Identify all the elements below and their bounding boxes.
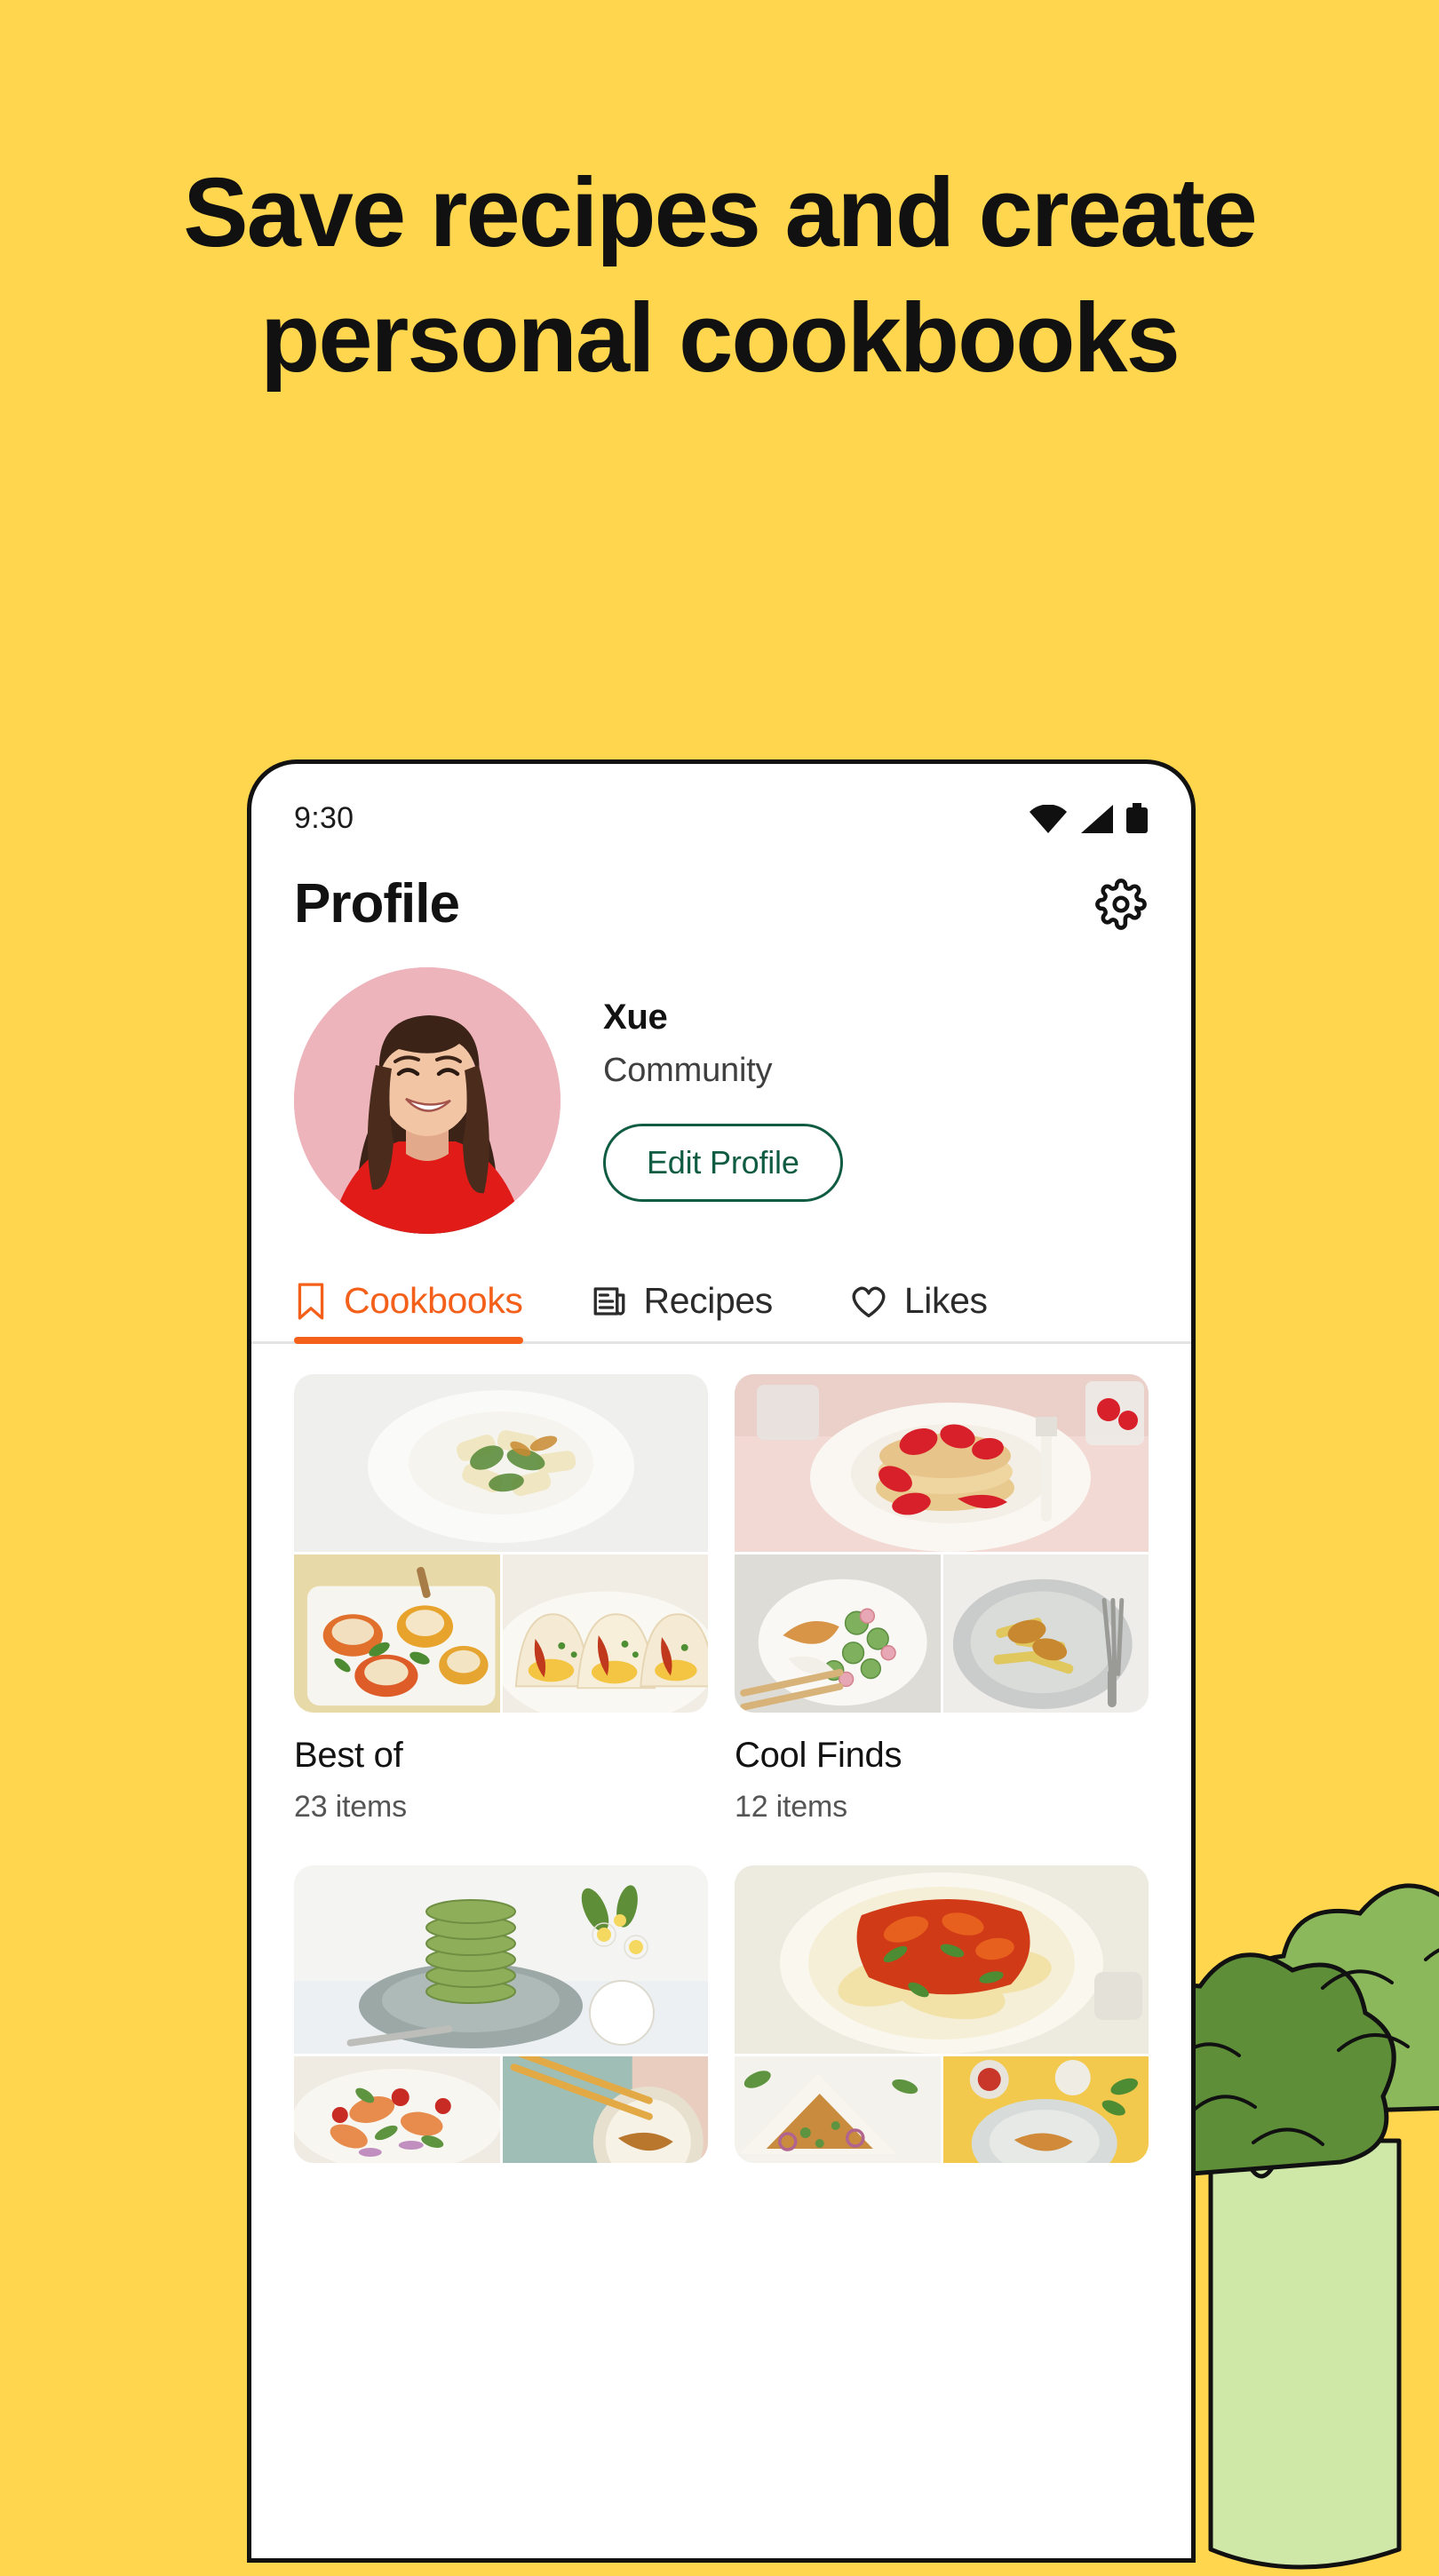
cookbook-grid: Best of 23 items Cool Finds 12 items	[251, 1344, 1191, 1825]
cookbook-collage	[735, 1865, 1149, 2163]
recipe-thumbnail	[735, 2056, 941, 2163]
recipe-thumbnail	[294, 2056, 500, 2163]
tab-recipes-label: Recipes	[643, 1280, 774, 1321]
cookbook-item-count: 23 items	[294, 1790, 407, 1824]
profile-page-title: Profile	[294, 873, 460, 934]
tab-recipes[interactable]: Recipes	[591, 1280, 773, 1341]
tab-cookbooks[interactable]: Cookbooks	[294, 1280, 523, 1344]
recipe-thumbnail	[942, 1554, 1149, 1713]
avatar-image	[294, 967, 560, 1234]
phone-mockup: 9:30 Profile Xue Community Edit Profile …	[247, 759, 1196, 2563]
cookbook-collage	[294, 1865, 708, 2163]
article-icon	[593, 1286, 624, 1316]
recipe-thumbnail	[294, 1554, 500, 1713]
profile-tabs: Cookbooks Recipes Likes	[251, 1280, 1191, 1344]
app-header: Profile	[251, 846, 1191, 951]
cellular-signal-icon	[1081, 805, 1113, 833]
cookbook-card[interactable]: Best of 23 items	[294, 1374, 708, 1825]
cookbook-title: Cool Finds	[735, 1736, 902, 1775]
bookmark-icon	[298, 1282, 324, 1320]
tab-likes-label: Likes	[903, 1280, 988, 1321]
user-name: Xue	[603, 998, 668, 1037]
cookbook-collage	[735, 1374, 1149, 1713]
wifi-icon	[1030, 805, 1067, 833]
profile-section: Xue Community Edit Profile	[251, 951, 1191, 1234]
cookbook-title: Best of	[294, 1736, 403, 1775]
status-bar: 9:30	[251, 764, 1191, 846]
avatar[interactable]	[294, 967, 560, 1234]
settings-button[interactable]	[1093, 877, 1149, 932]
recipe-thumbnail	[294, 1374, 708, 1552]
page-title: Save recipes and create personal cookboo…	[183, 158, 1258, 393]
recipe-thumbnail	[502, 2056, 708, 2163]
recipe-thumbnail	[735, 1554, 941, 1713]
recipe-thumbnail	[735, 1865, 1149, 2054]
cookbook-grid-secondary	[251, 1825, 1191, 2186]
recipe-thumbnail	[502, 1554, 708, 1713]
cookbook-collage	[294, 1374, 708, 1713]
edit-profile-button[interactable]: Edit Profile	[603, 1124, 843, 1202]
recipe-thumbnail	[294, 1865, 708, 2054]
recipe-thumbnail	[735, 1374, 1149, 1552]
tab-cookbooks-label: Cookbooks	[344, 1280, 523, 1321]
profile-info: Xue Community Edit Profile	[603, 967, 843, 1202]
tab-likes[interactable]: Likes	[849, 1280, 988, 1341]
gear-icon	[1095, 878, 1147, 930]
cookbook-item-count: 12 items	[735, 1790, 847, 1824]
cookbook-card[interactable]	[294, 1865, 708, 2186]
battery-icon	[1126, 803, 1148, 833]
status-icons	[1030, 803, 1149, 833]
heart-icon	[852, 1286, 886, 1317]
user-role: Community	[603, 1052, 773, 1089]
cookbook-card[interactable]: Cool Finds 12 items	[735, 1374, 1149, 1825]
recipe-thumbnail	[942, 2056, 1149, 2163]
cookbook-card[interactable]	[735, 1865, 1149, 2186]
status-time: 9:30	[294, 800, 354, 835]
